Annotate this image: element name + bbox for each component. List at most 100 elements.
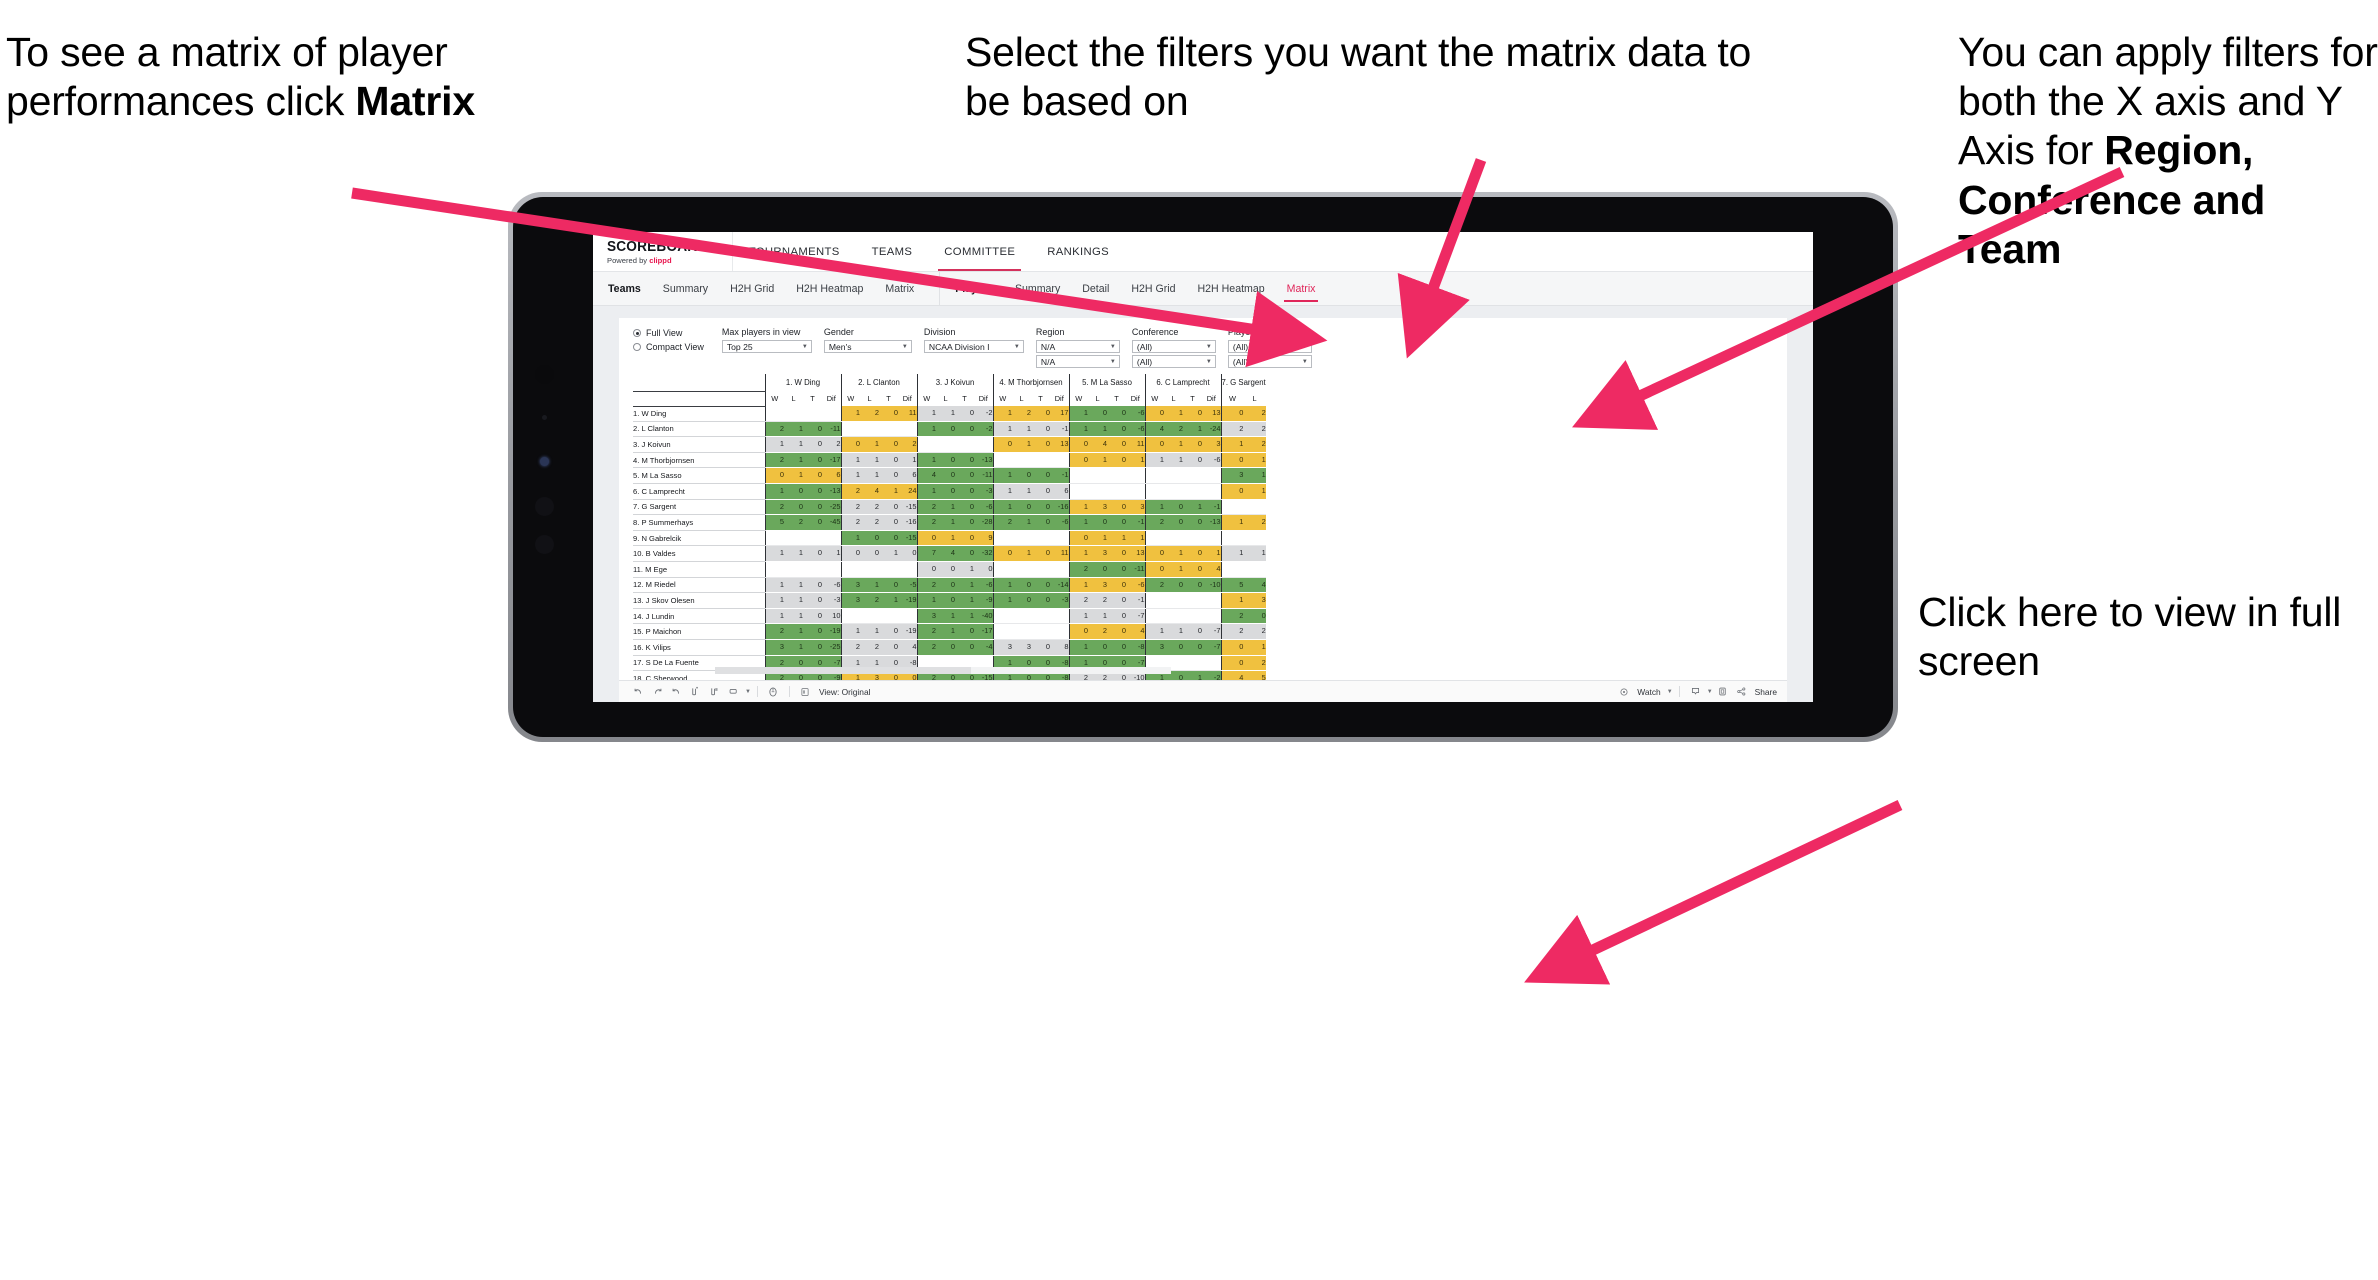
matrix-cell[interactable]: 0 [974,561,993,578]
matrix-cell[interactable]: 1 [822,545,841,562]
matrix-cell[interactable]: 2 [860,499,879,516]
matrix-col-header[interactable]: 4. M Thorbjornsen [992,374,1069,391]
matrix-cell[interactable]: 3 [764,639,784,656]
tab-players-h2h-heatmap[interactable]: H2H Heatmap [1187,272,1276,305]
matrix-cell[interactable]: -1 [1126,592,1145,609]
matrix-cell[interactable]: 1 [898,452,917,469]
matrix-cell[interactable]: 0 [898,545,917,562]
matrix-cell[interactable]: 1 [1243,452,1266,469]
matrix-cell[interactable]: 2 [860,592,879,609]
matrix-cell[interactable]: 0 [840,545,860,562]
matrix-row-label[interactable]: 9. N Gabrelcik [633,530,765,547]
matrix-cell[interactable]: -3 [822,592,841,609]
matrix-cell[interactable]: 1 [1088,452,1107,469]
matrix-col-header[interactable]: 3. J Koivun [916,374,993,391]
matrix-row-label[interactable]: 12. M Riedel [633,577,765,594]
matrix-cell[interactable]: -5 [898,577,917,594]
matrix-cell[interactable]: 1 [1012,514,1031,531]
matrix-cell[interactable]: 3 [992,639,1012,656]
matrix-cell[interactable]: 1 [936,514,955,531]
matrix-cell[interactable]: 0 [1107,623,1126,640]
matrix-cell[interactable]: 13 [1202,406,1221,422]
matrix-cell[interactable]: 0 [1031,577,1050,594]
matrix-cell[interactable]: 1 [840,452,860,469]
matrix-cell[interactable]: 1 [1012,545,1031,562]
matrix-cell[interactable]: 1 [1243,639,1266,656]
matrix-cell[interactable]: 0 [1183,452,1202,469]
matrix-cell[interactable]: -40 [974,608,993,625]
matrix-cell[interactable]: 1 [936,623,955,640]
matrix-cell[interactable]: -1 [1126,514,1145,531]
matrix-cell[interactable]: 24 [898,483,917,500]
matrix-cell[interactable]: 0 [1012,467,1031,484]
matrix-row-label[interactable]: 3. J Koivun [633,436,765,453]
matrix-cell[interactable]: 1 [916,483,936,500]
matrix-cell[interactable]: 5 [1243,670,1266,680]
matrix-cell[interactable]: 0 [1220,655,1244,672]
tab-teams-matrix[interactable]: Matrix [874,272,925,305]
matrix-cell[interactable]: 1 [1183,499,1202,516]
matrix-cell[interactable]: 2 [860,406,879,422]
matrix-cell[interactable]: -1 [1202,499,1221,516]
matrix-cell[interactable]: 0 [1068,452,1088,469]
matrix-cell[interactable]: -13 [1202,514,1221,531]
matrix-cell[interactable]: 1 [936,608,955,625]
matrix-cell[interactable]: 0 [1107,514,1126,531]
matrix-col-header[interactable]: 7. G Sargent [1220,374,1266,391]
matrix-cell[interactable]: 0 [955,467,974,484]
matrix-cell[interactable]: 1 [1088,530,1107,547]
matrix-cell[interactable]: -6 [1126,421,1145,438]
matrix-cell[interactable]: 8 [1050,639,1069,656]
matrix-cell[interactable]: 0 [803,499,822,516]
matrix-cell[interactable]: 0 [1031,421,1050,438]
matrix-cell[interactable]: -28 [974,514,993,531]
matrix-cell[interactable]: 0 [803,577,822,594]
matrix-row[interactable]: 8. P Summerhays 5 2 0 -45 2 2 0 -16 2 1 0 -28 2 1 0 -6 1 0… [633,514,1266,531]
matrix-cell[interactable]: 0 [879,514,898,531]
redo-icon[interactable] [648,684,667,700]
matrix-cell[interactable]: 1 [1164,452,1183,469]
matrix-row[interactable]: 14. J Lundin 1 1 0 10 3 1 1 -40 1 1 0 -7 2 0 [633,608,1266,625]
matrix-cell[interactable]: 1 [1068,577,1088,594]
matrix-cell[interactable]: 0 [879,623,898,640]
matrix-cell[interactable]: 2 [898,436,917,453]
undo-icon[interactable] [629,684,648,700]
tab-players-detail[interactable]: Detail [1071,272,1120,305]
matrix-cell[interactable]: 1 [1144,452,1164,469]
matrix-cell[interactable]: 4 [1126,623,1145,640]
matrix-cell[interactable]: -7 [1202,623,1221,640]
matrix-cell[interactable]: 4 [1088,436,1107,453]
matrix-cell[interactable]: 1 [1068,514,1088,531]
matrix-cell[interactable]: 0 [1107,406,1126,422]
matrix-cell[interactable]: 0 [803,436,822,453]
matrix-cell[interactable]: 0 [803,514,822,531]
matrix-cell[interactable]: 0 [1183,545,1202,562]
matrix-row-label[interactable]: 5. M La Sasso [633,467,765,484]
matrix-cell[interactable]: 0 [803,467,822,484]
matrix-col-header[interactable]: 5. M La Sasso [1068,374,1145,391]
matrix-cell[interactable]: -25 [822,639,841,656]
matrix-row[interactable]: 9. N Gabrelcik 1 0 0 -15 0 1 0 9 0 1 1 1 [633,530,1266,547]
matrix-cell[interactable]: -15 [898,499,917,516]
matrix-cell[interactable]: 2 [764,452,784,469]
matrix-cell[interactable]: 2 [1144,514,1164,531]
matrix-cell[interactable]: 2 [860,639,879,656]
matrix-cell[interactable]: -8 [1126,639,1145,656]
matrix-cell[interactable]: 1 [860,452,879,469]
matrix-cell[interactable]: 1 [784,608,803,625]
filter-players-y-select[interactable]: (All) ▼ [1227,355,1312,368]
matrix-col-header[interactable]: 2. L Clanton [840,374,917,391]
matrix-cell[interactable]: -7 [1126,608,1145,625]
matrix-cell[interactable]: 2 [916,514,936,531]
matrix-row[interactable]: 13. J Skov Olesen 1 1 0 -3 3 2 1 -19 1 0 1 -9 1 0 0 -3 2 2… [633,592,1266,609]
matrix-cell[interactable]: 1 [1068,639,1088,656]
matrix-row[interactable]: 12. M Riedel 1 1 0 -6 3 1 0 -5 2 0 1 -6 1 0 0 -14 1 3 0 -6 2 0… [633,577,1266,594]
matrix-cell[interactable]: 2 [784,514,803,531]
matrix-cell[interactable]: -19 [822,623,841,640]
matrix-cell[interactable]: 11 [1050,545,1069,562]
tab-players-h2h-grid[interactable]: H2H Grid [1120,272,1186,305]
watch-button[interactable]: Watch ▼ [1614,684,1673,700]
matrix-cell[interactable]: 2 [1243,623,1266,640]
share-button[interactable]: Share [1732,684,1777,700]
matrix-cell[interactable]: 1 [992,577,1012,594]
